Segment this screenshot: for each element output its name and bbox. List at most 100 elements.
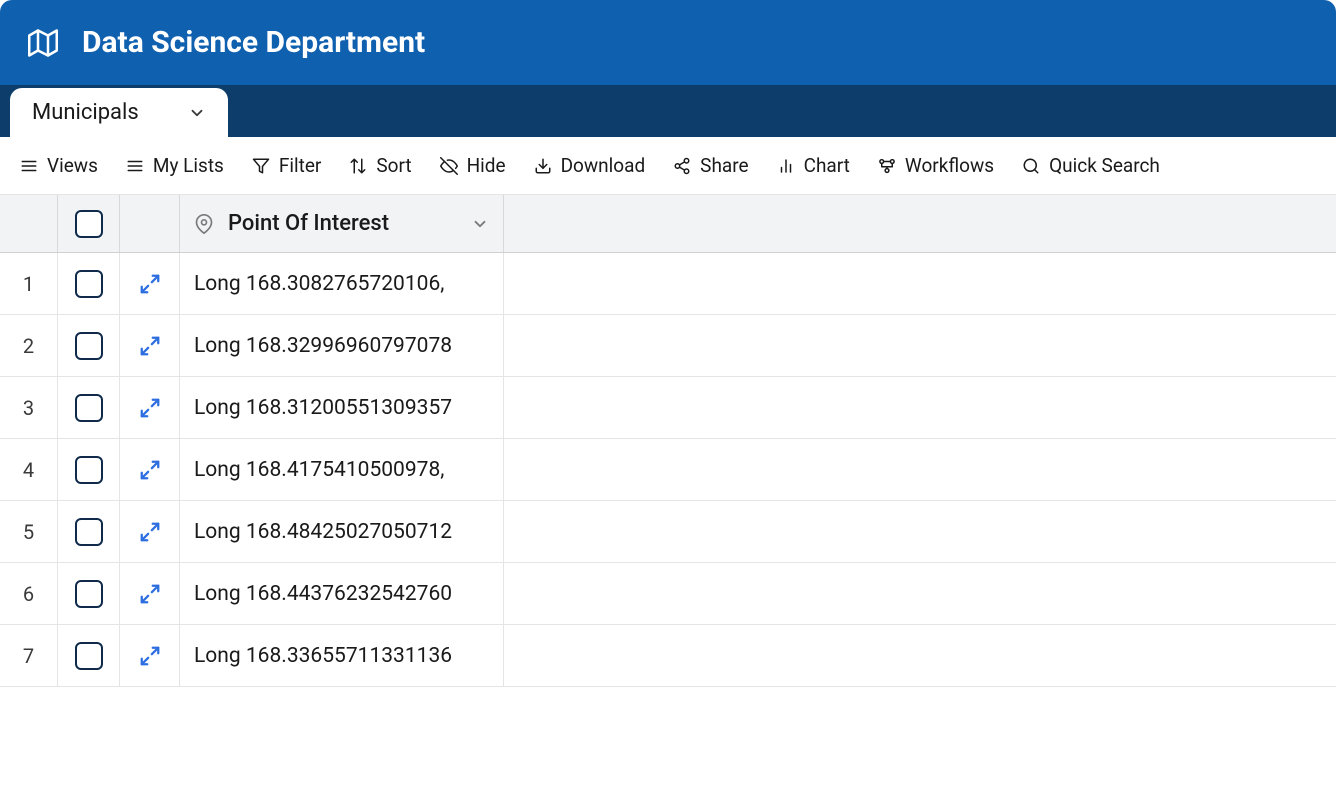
- row-checkbox[interactable]: [75, 642, 103, 670]
- filter-icon: [252, 157, 270, 175]
- tab-label: Municipals: [32, 100, 139, 125]
- workflow-icon: [878, 157, 896, 175]
- row-checkbox-cell: [58, 377, 120, 438]
- point-of-interest-cell[interactable]: Long 168.4175410500978,: [180, 439, 504, 500]
- expand-icon[interactable]: [139, 521, 161, 543]
- point-of-interest-cell[interactable]: Long 168.3082765720106,: [180, 253, 504, 314]
- expand-icon[interactable]: [139, 645, 161, 667]
- row-number-cell: 7: [0, 625, 58, 686]
- chevron-down-icon[interactable]: [471, 215, 489, 233]
- cell-value: Long 168.33655711331136: [194, 644, 452, 668]
- download-icon: [534, 157, 552, 175]
- row-number-cell: 6: [0, 563, 58, 624]
- row-expand-cell: [120, 625, 180, 686]
- row-number: 7: [23, 644, 34, 668]
- share-button[interactable]: Share: [673, 154, 748, 177]
- toolbar-label: Hide: [467, 154, 506, 177]
- row-expand-cell: [120, 563, 180, 624]
- cell-value: Long 168.48425027050712: [194, 520, 452, 544]
- column-header-label: Point Of Interest: [228, 211, 389, 236]
- table-row: 5 Long 168.48425027050712: [0, 501, 1336, 563]
- search-icon: [1022, 157, 1040, 175]
- row-checkbox-cell: [58, 439, 120, 500]
- app-header: Data Science Department: [0, 0, 1336, 85]
- row-checkbox[interactable]: [75, 580, 103, 608]
- point-of-interest-cell[interactable]: Long 168.32996960797078: [180, 315, 504, 376]
- column-expand-header: [120, 195, 180, 252]
- expand-icon[interactable]: [139, 459, 161, 481]
- row-expand-cell: [120, 253, 180, 314]
- cell-value: Long 168.44376232542760: [194, 582, 452, 606]
- chart-button[interactable]: Chart: [777, 154, 850, 177]
- column-rownum-header: [0, 195, 58, 252]
- toolbar-label: Quick Search: [1049, 154, 1160, 177]
- column-header-point-of-interest[interactable]: Point Of Interest: [180, 195, 504, 252]
- row-checkbox[interactable]: [75, 332, 103, 360]
- views-button[interactable]: Views: [20, 154, 98, 177]
- row-checkbox[interactable]: [75, 270, 103, 298]
- row-expand-cell: [120, 439, 180, 500]
- table-row: 4 Long 168.4175410500978,: [0, 439, 1336, 501]
- my-lists-button[interactable]: My Lists: [126, 154, 224, 177]
- list-icon: [20, 157, 38, 175]
- download-button[interactable]: Download: [534, 154, 646, 177]
- row-number: 6: [23, 582, 34, 606]
- row-number-cell: 1: [0, 253, 58, 314]
- row-number: 5: [23, 520, 34, 544]
- point-of-interest-cell[interactable]: Long 168.31200551309357: [180, 377, 504, 438]
- cell-value: Long 168.4175410500978,: [194, 458, 444, 482]
- map-icon: [28, 28, 58, 58]
- point-of-interest-cell[interactable]: Long 168.33655711331136: [180, 625, 504, 686]
- toolbar: Views My Lists Filter S: [0, 137, 1336, 195]
- table-row: 7 Long 168.33655711331136: [0, 625, 1336, 687]
- toolbar-label: Filter: [279, 154, 321, 177]
- table-row: 6 Long 168.44376232542760: [0, 563, 1336, 625]
- tab-municipals[interactable]: Municipals: [10, 88, 228, 137]
- column-checkbox-header[interactable]: [58, 195, 120, 252]
- filter-button[interactable]: Filter: [252, 154, 321, 177]
- list-icon: [126, 157, 144, 175]
- toolbar-label: Workflows: [905, 154, 994, 177]
- toolbar-label: Download: [561, 154, 646, 177]
- row-number-cell: 4: [0, 439, 58, 500]
- table-row: 3 Long 168.31200551309357: [0, 377, 1336, 439]
- toolbar-label: Chart: [804, 154, 850, 177]
- row-checkbox[interactable]: [75, 394, 103, 422]
- toolbar-label: Sort: [376, 154, 411, 177]
- row-checkbox-cell: [58, 625, 120, 686]
- row-checkbox[interactable]: [75, 518, 103, 546]
- row-number: 4: [23, 458, 34, 482]
- expand-icon[interactable]: [139, 397, 161, 419]
- point-of-interest-cell[interactable]: Long 168.44376232542760: [180, 563, 504, 624]
- expand-icon[interactable]: [139, 335, 161, 357]
- toolbar-label: Share: [700, 154, 748, 177]
- hide-button[interactable]: Hide: [440, 154, 506, 177]
- row-number: 1: [23, 272, 34, 296]
- cell-value: Long 168.32996960797078: [194, 334, 452, 358]
- point-of-interest-cell[interactable]: Long 168.48425027050712: [180, 501, 504, 562]
- sort-icon: [349, 157, 367, 175]
- tab-bar: Municipals: [0, 85, 1336, 137]
- row-expand-cell: [120, 377, 180, 438]
- table-row: 1 Long 168.3082765720106,: [0, 253, 1336, 315]
- workflows-button[interactable]: Workflows: [878, 154, 994, 177]
- sort-button[interactable]: Sort: [349, 154, 411, 177]
- table-header-row: Point Of Interest: [0, 195, 1336, 253]
- row-checkbox-cell: [58, 563, 120, 624]
- quick-search-button[interactable]: Quick Search: [1022, 154, 1160, 177]
- cell-value: Long 168.31200551309357: [194, 396, 452, 420]
- page-title: Data Science Department: [82, 25, 425, 60]
- eye-off-icon: [440, 157, 458, 175]
- bar-chart-icon: [777, 157, 795, 175]
- row-checkbox[interactable]: [75, 456, 103, 484]
- row-number-cell: 2: [0, 315, 58, 376]
- row-checkbox-cell: [58, 315, 120, 376]
- row-checkbox-cell: [58, 501, 120, 562]
- expand-icon[interactable]: [139, 273, 161, 295]
- row-number: 2: [23, 334, 34, 358]
- share-icon: [673, 157, 691, 175]
- select-all-checkbox[interactable]: [75, 210, 103, 238]
- row-number: 3: [23, 396, 34, 420]
- chevron-down-icon[interactable]: [188, 104, 206, 122]
- expand-icon[interactable]: [139, 583, 161, 605]
